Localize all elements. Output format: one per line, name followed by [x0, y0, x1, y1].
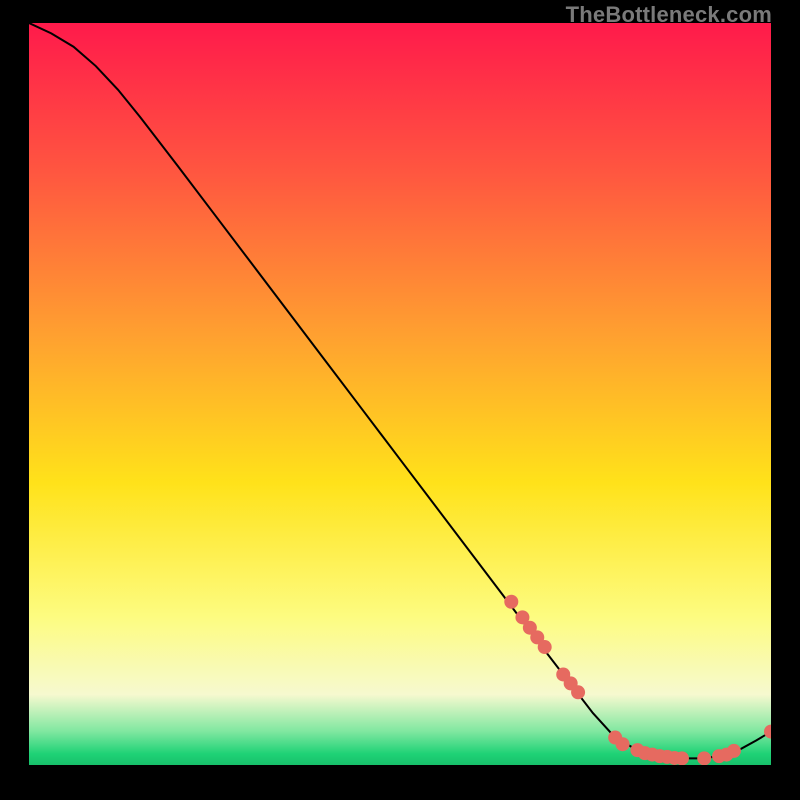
data-point: [504, 595, 518, 609]
data-point: [571, 685, 585, 699]
data-point: [675, 751, 689, 765]
plot-area: [29, 23, 771, 765]
chart-stage: TheBottleneck.com: [0, 0, 800, 800]
data-point: [616, 737, 630, 751]
data-point: [727, 744, 741, 758]
data-point: [697, 751, 711, 765]
chart-svg: [29, 23, 771, 765]
gradient-background: [29, 23, 771, 765]
data-point: [538, 640, 552, 654]
